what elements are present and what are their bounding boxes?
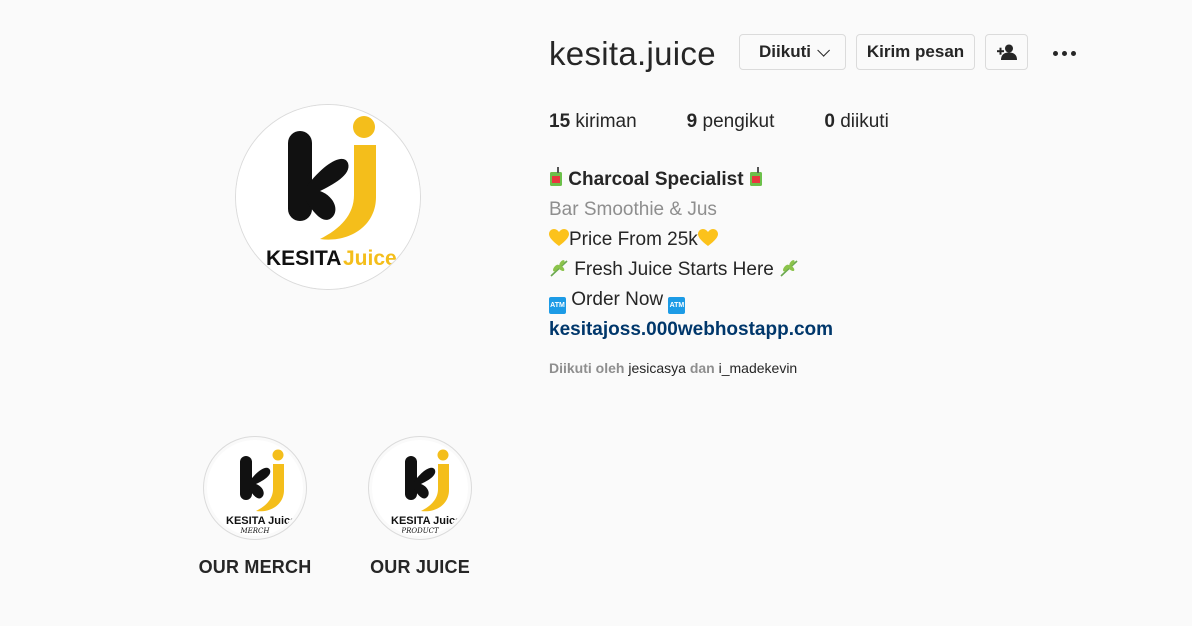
followed-by-prefix: Diikuti oleh [549,360,625,376]
atm-icon: ATM [668,297,686,314]
svg-text:KESITA Juice: KESITA Juice [391,515,461,527]
profile-username: kesita.juice [549,35,716,72]
bio-price-text: Price From 25k [569,229,698,250]
svg-text:MERCH: MERCH [239,527,270,535]
profile-bio: Charcoal Specialist Bar Smoothie & Jus P… [549,165,833,345]
svg-text:PRODUCT: PRODUCT [400,527,440,535]
yellow-heart-icon [697,229,718,246]
highlight-cover: KESITA Juice MERCH [203,436,307,540]
more-options-button[interactable] [1045,38,1083,68]
suggested-users-button[interactable] [985,34,1028,70]
bio-fresh-line: Fresh Juice Starts Here [549,255,833,285]
followers-number: 9 [686,111,698,132]
bio-order-text: Order Now [571,289,664,310]
bio-title: Charcoal Specialist [568,169,744,190]
following-button[interactable]: Diikuti [739,34,846,70]
kesita-logo: KESITA Juice PRODUCT [391,449,461,535]
juice-box-icon [749,167,762,186]
following-label: diikuti [840,111,889,132]
chevron-down-icon [817,43,830,57]
bio-website-link[interactable]: kesitajoss.000webhostapp.com [549,315,833,345]
send-message-button[interactable]: Kirim pesan [856,34,975,70]
send-message-label: Kirim pesan [866,42,965,61]
followers-label: pengikut [702,111,775,132]
svg-text:KESITA Juice: KESITA Juice [226,515,296,527]
kesita-logo: KESITA Juice [236,105,420,289]
svg-text:KESITA: KESITA [266,247,341,270]
followed-by: Diikuti oleh jesicasya dan i_madekevin [549,360,797,376]
herb-icon [550,260,568,277]
followed-by-user-link[interactable]: i_madekevin [719,360,798,376]
more-icon [1052,50,1058,56]
posts-number: 15 [549,111,571,132]
svg-text:Juice: Juice [343,247,397,270]
story-highlight[interactable]: KESITA Juice MERCH OUR MERCH [170,436,340,578]
bio-title-line: Charcoal Specialist [549,165,833,195]
highlight-label: OUR JUICE [370,557,470,577]
story-highlight[interactable]: KESITA Juice PRODUCT OUR JUICE [335,436,505,578]
kesita-logo: KESITA Juice MERCH [226,449,296,535]
add-user-icon [996,44,1017,60]
following-link[interactable]: 0 diikuti [824,111,888,133]
atm-icon: ATM [549,297,566,314]
bio-fresh-text: Fresh Juice Starts Here [574,259,774,280]
more-icon-dot [1070,50,1076,56]
highlight-cover: KESITA Juice PRODUCT [368,436,472,540]
followed-by-user-link[interactable]: jesicasya [628,360,686,376]
yellow-heart-icon [549,229,569,246]
followers-link[interactable]: 9 pengikut [687,111,775,133]
bio-price-line: Price From 25k [549,225,833,255]
herb-icon [780,260,798,277]
posts-count: 15 kiriman [549,111,637,133]
posts-label: kiriman [575,111,637,132]
profile-avatar[interactable]: KESITA Juice [235,104,421,290]
juice-box-icon [550,167,562,186]
more-icon-dot [1061,50,1067,56]
followed-by-conj: dan [689,360,715,376]
bio-order-line: ATM Order Now ATM [549,285,833,315]
following-number: 0 [824,111,835,132]
following-button-label: Diikuti [759,42,811,61]
profile-stats: 15 kiriman 9 pengikut 0 diikuti [549,111,939,133]
bio-category: Bar Smoothie & Jus [549,199,717,220]
highlight-label: OUR MERCH [198,557,312,577]
